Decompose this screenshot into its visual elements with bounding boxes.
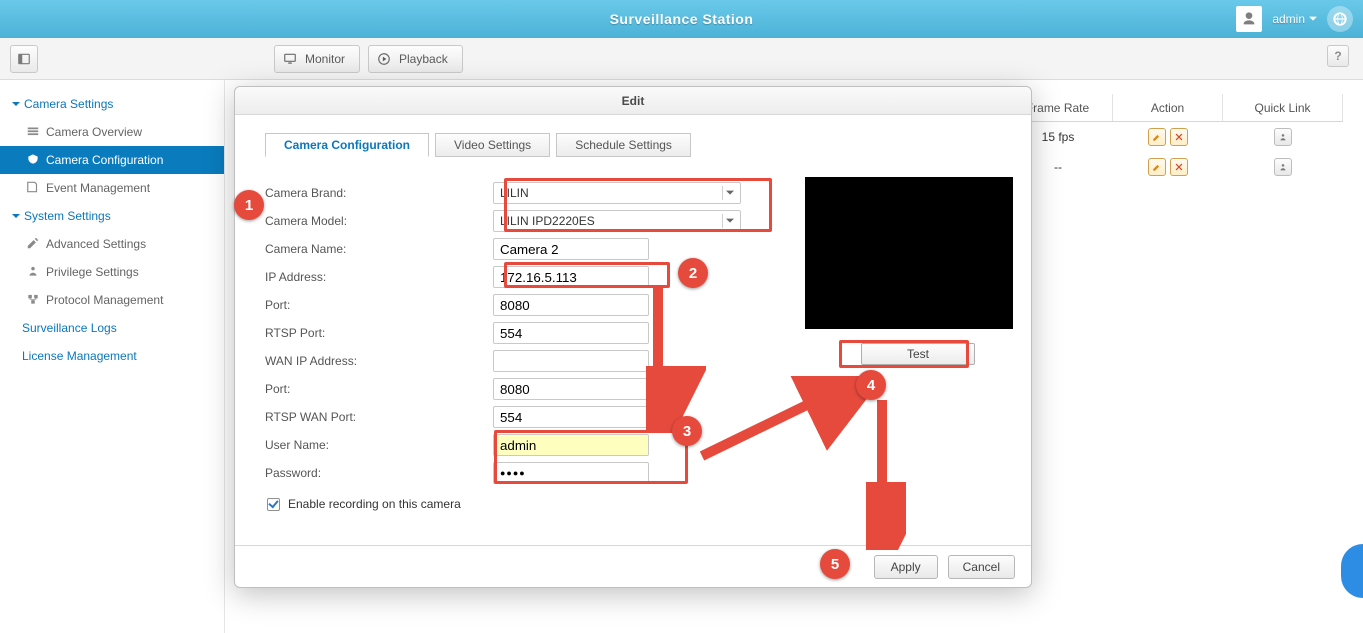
label-brand: Camera Brand: [265,186,493,200]
cancel-button[interactable]: Cancel [948,555,1015,579]
table-row: 15 fps [1003,122,1343,152]
tab-camera-config[interactable]: Camera Configuration [265,133,429,157]
help-button[interactable]: ? [1327,45,1349,67]
sidebar-item-advanced[interactable]: Advanced Settings [0,230,224,258]
edit-icon[interactable] [1148,128,1166,146]
sidebar-item-protocol[interactable]: Protocol Management [0,286,224,314]
monitor-button[interactable]: Monitor [274,45,360,73]
quick-link-icon[interactable] [1274,128,1292,146]
input-wan-ip[interactable] [493,350,649,372]
select-brand[interactable]: LILIN [493,182,741,204]
input-rtsp-wan[interactable] [493,406,649,428]
sidebar-group-label: System Settings [24,209,111,223]
user-menu[interactable]: admin [1272,12,1317,26]
camera-preview [805,177,1013,329]
input-wan-port[interactable] [493,378,649,400]
tab-video-settings[interactable]: Video Settings [435,133,550,157]
input-username[interactable] [493,434,649,456]
sidebar-group-system[interactable]: System Settings [0,202,224,230]
select-value: LILIN [500,186,529,200]
input-camera-name[interactable] [493,238,649,260]
label-model: Camera Model: [265,214,493,228]
label-name: Camera Name: [265,242,493,256]
select-value: LILIN IPD2220ES [500,214,595,228]
grid-header: Frame Rate Action Quick Link [1003,94,1343,122]
sidebar-item-label: Privilege Settings [46,265,139,279]
label-user: User Name: [265,438,493,452]
input-port[interactable] [493,294,649,316]
sidebar-link-license[interactable]: License Management [0,342,224,370]
input-rtsp[interactable] [493,322,649,344]
label-rtsp: RTSP Port: [265,326,493,340]
sidebar-item-event-mgmt[interactable]: Event Management [0,174,224,202]
sidebar-item-label: Camera Overview [46,125,142,139]
delete-icon[interactable] [1170,158,1188,176]
test-button[interactable]: Test [861,343,975,365]
label-ip: IP Address: [265,270,493,284]
playback-label: Playback [399,52,448,66]
checkbox-enable-recording[interactable] [267,498,280,511]
input-ip[interactable] [493,266,649,288]
dialog-title: Edit [235,87,1031,115]
chevron-down-icon [722,186,736,200]
chevron-down-icon [722,214,736,228]
sidebar-item-camera-config[interactable]: Camera Configuration [0,146,224,174]
col-action[interactable]: Action [1113,94,1223,121]
input-password[interactable] [493,462,649,484]
sidebar-item-label: Camera Configuration [46,153,163,167]
col-quick-link[interactable]: Quick Link [1223,94,1343,121]
sidebar-item-camera-overview[interactable]: Camera Overview [0,118,224,146]
user-name: admin [1272,12,1305,26]
sidebar-link-logs[interactable]: Surveillance Logs [0,314,224,342]
sidebar-item-label: Event Management [46,181,150,195]
sidebar-group-camera[interactable]: Camera Settings [0,90,224,118]
toolbar: Monitor Playback ? [0,38,1363,80]
quick-link-icon[interactable] [1274,158,1292,176]
edit-dialog: Edit Camera Configuration Video Settings… [234,86,1032,588]
label-port: Port: [265,298,493,312]
app-title: Surveillance Station [0,11,1363,27]
apply-button[interactable]: Apply [874,555,938,579]
monitor-label: Monitor [305,52,345,66]
label-wanport: Port: [265,382,493,396]
avatar-icon[interactable] [1236,6,1262,32]
label-wanip: WAN IP Address: [265,354,493,368]
chevron-down-icon [12,102,20,106]
panel-toggle-icon[interactable] [10,45,38,73]
label-pass: Password: [265,466,493,480]
edit-icon[interactable] [1148,158,1166,176]
playback-button[interactable]: Playback [368,45,463,73]
select-model[interactable]: LILIN IPD2220ES [493,210,741,232]
sidebar: Camera Settings Camera Overview Camera C… [0,80,225,633]
globe-icon[interactable] [1327,6,1353,32]
sidebar-item-privilege[interactable]: Privilege Settings [0,258,224,286]
sidebar-item-label: Protocol Management [46,293,163,307]
tab-schedule-settings[interactable]: Schedule Settings [556,133,691,157]
sidebar-item-label: Advanced Settings [46,237,146,251]
delete-icon[interactable] [1170,128,1188,146]
label-rtspwan: RTSP WAN Port: [265,410,493,424]
label-enable-recording: Enable recording on this camera [288,497,461,511]
topbar: Surveillance Station admin [0,0,1363,38]
chevron-down-icon [12,214,20,218]
sidebar-group-label: Camera Settings [24,97,113,111]
table-row: -- [1003,152,1343,182]
dialog-tabs: Camera Configuration Video Settings Sche… [265,133,1015,157]
